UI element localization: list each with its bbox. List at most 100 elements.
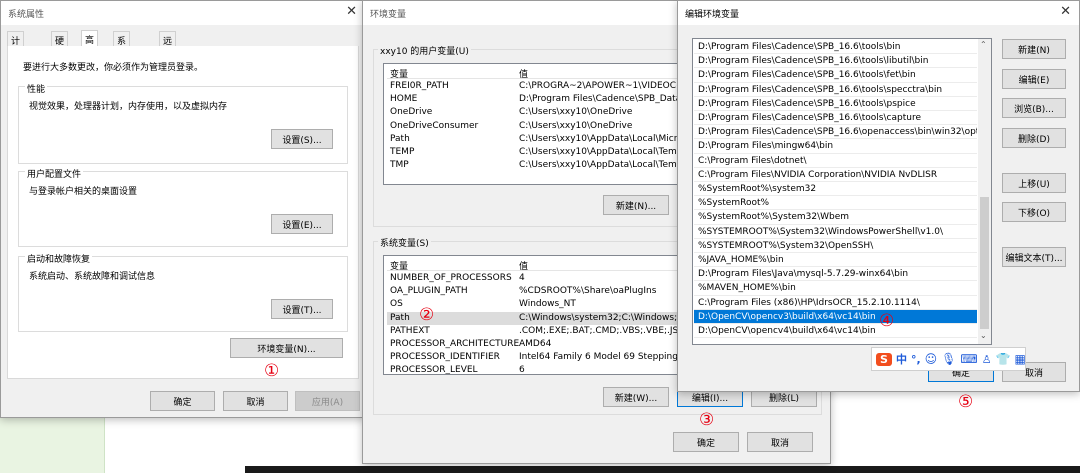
sogou-logo-icon[interactable]: S	[876, 352, 892, 366]
table-row[interactable]: FREI0R_PATH C:\PROGRA~2\APOWER~1\VIDEOC~1	[387, 80, 679, 93]
apply-button[interactable]: 应用(A)	[295, 391, 360, 411]
ime-toolbar[interactable]: S 中 °, ☺ 🎙 ⌨ ♙ 👕 ▦	[871, 347, 1026, 371]
header-variable: 变量	[390, 262, 409, 271]
list-item[interactable]: %SYSTEMROOT%\System32\WindowsPowerShell\…	[694, 225, 977, 239]
system-variables-title: 系统变量(S)	[378, 236, 431, 249]
list-item[interactable]: C:\Program Files (x86)\HP\IdrsOCR_15.2.1…	[694, 296, 977, 310]
system-new-button[interactable]: 新建(W)...	[603, 387, 669, 407]
header-variable: 变量	[390, 70, 409, 79]
list-item[interactable]: D:\Program Files\mingw64\bin	[694, 139, 977, 154]
table-row[interactable]: Path C:\Users\xxy10\AppData\Local\Micro	[387, 133, 679, 146]
variable-value: 4	[519, 273, 525, 283]
browse-button[interactable]: 浏览(B)...	[1002, 98, 1066, 118]
list-item[interactable]: D:\Program Files\Cadence\SPB_16.6\tools\…	[694, 111, 977, 126]
performance-settings-button[interactable]: 设置(S)...	[271, 129, 333, 149]
table-row[interactable]: PROCESSOR_ARCHITECTURE AMD64	[387, 338, 679, 351]
performance-title: 性能	[25, 82, 48, 95]
window-title: 系统属性	[8, 10, 45, 20]
performance-group: 性能 视觉效果，处理器计划，内存使用，以及虚拟内存 设置(S)...	[18, 82, 348, 164]
table-row[interactable]: OA_PLUGIN_PATH %CDSROOT%\Share\oaPlugIns	[387, 285, 679, 298]
list-item[interactable]: D:\Program Files\Cadence\SPB_16.6\tools\…	[694, 83, 977, 97]
startup-settings-button[interactable]: 设置(T)...	[271, 299, 333, 319]
variable-name: OneDriveConsumer	[390, 120, 479, 131]
ime-language-toggle[interactable]: 中	[896, 351, 907, 367]
table-row[interactable]: PROCESSOR_IDENTIFIER Intel64 Family 6 Mod…	[387, 351, 679, 364]
variable-name: PROCESSOR_ARCHITECTURE	[390, 339, 520, 349]
variable-name: PATHEXT	[390, 325, 430, 336]
move-down-button[interactable]: 下移(O)	[1002, 202, 1066, 222]
vertical-scrollbar[interactable]: ⌃ ⌄	[978, 39, 991, 344]
list-item[interactable]: %SystemRoot%\system32	[694, 182, 977, 197]
cancel-button[interactable]: 取消	[747, 432, 813, 452]
tab-hardware[interactable]: 硬件	[51, 31, 69, 60]
list-item[interactable]: %JAVA_HOME%\bin	[694, 253, 977, 268]
list-item[interactable]: D:\OpenCV\opencv3\build\x64\vc14\bin	[694, 309, 977, 324]
list-item[interactable]: D:\Program Files\Cadence\SPB_16.6\tools\…	[694, 40, 977, 55]
list-item[interactable]: D:\Program Files\Cadence\SPB_16.6\tools\…	[694, 54, 977, 69]
variable-value: C:\Users\xxy10\OneDrive	[519, 120, 633, 131]
list-item[interactable]: D:\Program Files\Cadence\SPB_16.6\tools\…	[694, 68, 977, 83]
skin-icon[interactable]: 👕	[996, 352, 1011, 366]
environment-variables-button[interactable]: 环境变量(N)...	[230, 338, 343, 358]
list-item[interactable]: %MAVEN_HOME%\bin	[694, 281, 977, 296]
list-item[interactable]: D:\Program Files\Cadence\SPB_16.6\openac…	[694, 125, 977, 140]
move-up-button[interactable]: 上移(U)	[1002, 173, 1066, 193]
close-icon[interactable]: ✕	[346, 4, 357, 19]
user-variables-table[interactable]: 变量 值 FREI0R_PATH C:\PROGRA~2\APOWER~1\VID…	[383, 63, 683, 185]
list-item[interactable]: %SystemRoot%	[694, 196, 977, 211]
variable-value: C:\Users\xxy10\AppData\Local\Micro	[519, 133, 679, 144]
emoji-icon[interactable]: ☺	[925, 352, 938, 366]
user-new-button[interactable]: 新建(N)...	[603, 195, 669, 215]
table-row[interactable]: OneDriveConsumer C:\Users\xxy10\OneDrive	[387, 120, 679, 133]
tab-system-protection[interactable]: 系统保护	[113, 31, 131, 86]
ok-button[interactable]: 确定	[673, 432, 739, 452]
table-row[interactable]: HOME D:\Program Files\Cadence\SPB_Data	[387, 93, 679, 106]
table-row[interactable]: TEMP C:\Users\xxy10\AppData\Local\Temp	[387, 146, 679, 159]
advanced-panel: 要进行大多数更改，你必须作为管理员登录。 性能 视觉效果，处理器计划，内存使用，…	[7, 46, 359, 379]
startup-recovery-title: 启动和故障恢复	[25, 252, 93, 265]
scroll-up-icon[interactable]: ⌃	[980, 40, 987, 49]
list-item[interactable]: C:\Program Files\dotnet\	[694, 154, 977, 168]
taskbar-edge	[245, 466, 1080, 473]
cancel-button[interactable]: 取消	[223, 391, 288, 411]
toolbox-icon[interactable]: ▦	[1015, 352, 1026, 366]
variable-value: .COM;.EXE;.BAT;.CMD;.VBS;.VBE;.JS;.JS	[519, 325, 679, 336]
window-title: 编辑环境变量	[685, 10, 740, 20]
scrollbar-thumb[interactable]	[980, 197, 989, 329]
variable-value: D:\Program Files\Cadence\SPB_Data	[519, 94, 679, 105]
ok-button[interactable]: 确定	[150, 391, 215, 411]
list-item[interactable]: D:\OpenCV\opencv4\build\x64\vc14\bin	[694, 324, 977, 339]
edit-path-button[interactable]: 编辑(E)	[1002, 69, 1066, 89]
tab-advanced[interactable]: 高级	[81, 30, 99, 59]
user-variables-title: xxy10 的用户变量(U)	[378, 44, 471, 57]
tab-remote[interactable]: 远程	[159, 31, 177, 60]
table-row[interactable]: OneDrive C:\Users\xxy10\OneDrive	[387, 106, 679, 119]
table-row[interactable]: PROCESSOR_LEVEL 6	[387, 364, 679, 375]
scroll-down-icon[interactable]: ⌄	[980, 331, 987, 340]
list-item[interactable]: D:\Program Files\Cadence\SPB_16.6\tools\…	[694, 97, 977, 111]
table-row[interactable]: NUMBER_OF_PROCESSORS 4	[387, 272, 679, 285]
startup-recovery-desc: 系统启动、系统故障和调试信息	[29, 272, 156, 282]
list-item[interactable]: %SYSTEMROOT%\System32\OpenSSH\	[694, 239, 977, 253]
list-item[interactable]: D:\Program Files\Java\mysql-5.7.29-winx6…	[694, 267, 977, 282]
ime-punctuation-toggle[interactable]: °,	[911, 353, 921, 366]
user-profile-settings-button[interactable]: 设置(E)...	[271, 214, 333, 234]
new-path-button[interactable]: 新建(N)	[1002, 39, 1066, 59]
table-row[interactable]: TMP C:\Users\xxy10\AppData\Local\Temp	[387, 159, 679, 172]
user-icon[interactable]: ♙	[982, 353, 992, 366]
path-list[interactable]: D:\Program Files\Cadence\SPB_16.6\tools\…	[692, 38, 992, 345]
table-row[interactable]: PATHEXT .COM;.EXE;.BAT;.CMD;.VBS;.VBE;.JS…	[387, 325, 679, 338]
header-value: 值	[519, 70, 529, 79]
system-properties-window: 系统属性 ✕ 计算机名 硬件 高级 系统保护 远程 要进行大多数更改，你必须作为…	[0, 0, 366, 418]
edit-text-button[interactable]: 编辑文本(T)...	[1002, 247, 1066, 267]
close-icon[interactable]: ✕	[1060, 4, 1071, 19]
table-header: 变量 值	[387, 258, 679, 271]
variable-name: TMP	[390, 160, 409, 171]
tab-computer-name[interactable]: 计算机名	[7, 31, 25, 86]
list-item[interactable]: C:\Program Files\NVIDIA Corporation\NVID…	[694, 168, 977, 182]
variable-name: PROCESSOR_LEVEL	[390, 365, 478, 375]
microphone-icon[interactable]: 🎙	[941, 352, 956, 366]
delete-path-button[interactable]: 删除(D)	[1002, 128, 1066, 148]
list-item[interactable]: %SystemRoot%\System32\Wbem	[694, 210, 977, 225]
keyboard-icon[interactable]: ⌨	[960, 352, 977, 366]
